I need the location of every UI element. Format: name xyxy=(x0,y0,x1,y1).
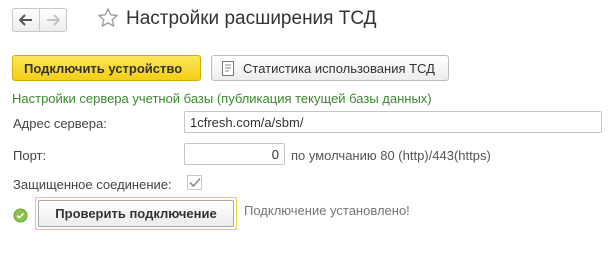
check-connection-focus-frame: Проверить подключение xyxy=(35,197,237,230)
arrow-right-icon xyxy=(46,14,60,26)
connect-device-label: Подключить устройство xyxy=(24,60,183,76)
forward-button[interactable] xyxy=(39,8,67,32)
port-label: Порт: xyxy=(13,148,47,163)
server-label: Адрес сервера: xyxy=(13,116,107,131)
usage-statistics-button[interactable]: Статистика использования ТСД xyxy=(211,55,449,81)
port-hint: по умолчанию 80 (http)/443(https) xyxy=(291,148,491,163)
secure-connection-label: Защищенное соединение: xyxy=(13,177,172,192)
checkmark-icon xyxy=(188,177,201,188)
secure-connection-checkbox[interactable] xyxy=(187,175,202,190)
check-connection-button[interactable]: Проверить подключение xyxy=(38,200,234,227)
connect-device-button[interactable]: Подключить устройство xyxy=(12,55,201,81)
connection-status-text: Подключение установлено! xyxy=(244,203,410,218)
section-title: Настройки сервера учетной базы (публикац… xyxy=(12,91,432,106)
back-button[interactable] xyxy=(12,8,40,32)
report-icon xyxy=(221,60,235,76)
check-circle-icon xyxy=(13,208,28,226)
server-address-input[interactable] xyxy=(184,111,602,133)
page-title: Настройки расширения ТСД xyxy=(126,8,377,29)
arrow-left-icon xyxy=(19,14,33,26)
usage-statistics-label: Статистика использования ТСД xyxy=(243,60,435,76)
check-connection-label: Проверить подключение xyxy=(55,206,217,221)
port-input[interactable] xyxy=(184,143,285,165)
star-icon[interactable] xyxy=(97,7,119,32)
